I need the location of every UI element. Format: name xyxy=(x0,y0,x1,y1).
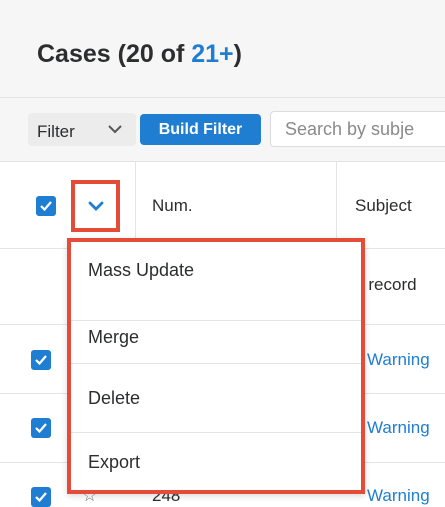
row-checkbox[interactable] xyxy=(31,418,51,438)
menu-divider xyxy=(71,363,361,364)
select-all-checkbox[interactable] xyxy=(36,196,56,216)
column-header-num[interactable]: Num. xyxy=(152,196,193,216)
menu-divider xyxy=(71,320,361,321)
mass-actions-menu: Mass Update Merge Delete Export xyxy=(67,238,365,494)
menu-item-mass-update[interactable]: Mass Update xyxy=(88,260,194,281)
chevron-down-icon xyxy=(108,125,122,134)
row-checkbox[interactable] xyxy=(31,487,51,507)
check-icon xyxy=(40,201,52,212)
records-notice: ) record xyxy=(358,275,417,294)
column-divider xyxy=(336,162,337,248)
menu-item-export[interactable]: Export xyxy=(88,452,140,473)
filter-label: Filter xyxy=(37,122,75,141)
row-subject-link[interactable]: Warning xyxy=(367,350,430,370)
column-divider xyxy=(135,162,136,248)
check-icon xyxy=(35,492,47,503)
check-icon xyxy=(35,423,47,434)
row-subject-link[interactable]: Warning xyxy=(367,418,430,438)
row-checkbox[interactable] xyxy=(31,350,51,370)
menu-item-merge[interactable]: Merge xyxy=(88,327,139,348)
menu-divider xyxy=(71,432,361,433)
column-header-subject[interactable]: Subject xyxy=(355,196,412,216)
search-input[interactable]: Search by subje xyxy=(270,111,445,147)
mass-actions-button[interactable] xyxy=(71,180,120,232)
build-filter-button[interactable]: Build Filter xyxy=(140,114,261,145)
page-title: Cases (20 of 21+) xyxy=(37,40,242,68)
record-count: 21+ xyxy=(191,40,234,68)
check-icon xyxy=(35,355,47,366)
row-subject-link[interactable]: Warning xyxy=(367,486,430,506)
menu-item-delete[interactable]: Delete xyxy=(88,388,140,409)
chevron-down-icon xyxy=(88,201,103,211)
